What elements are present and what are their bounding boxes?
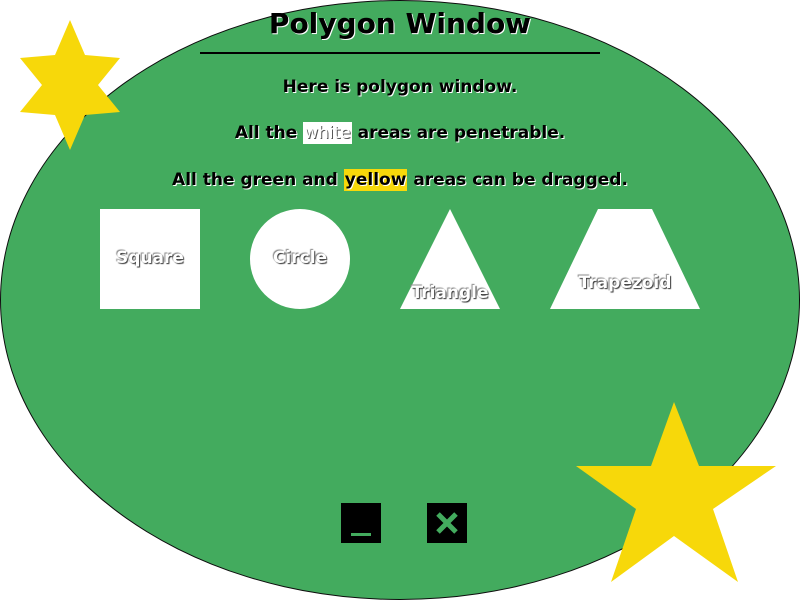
close-icon — [436, 512, 458, 534]
message-line-3-prefix: All the green and — [172, 170, 344, 190]
triangle-shape: Triangle — [400, 209, 500, 309]
circle-shape: Circle — [250, 209, 350, 309]
trapezoid-shape-graphic — [550, 209, 700, 309]
five-point-star-shape — [576, 402, 776, 582]
message-line-3: All the green and yellow areas can be dr… — [0, 169, 800, 191]
window-title: Polygon Window — [268, 7, 532, 40]
square-label: Square — [116, 248, 184, 268]
title-underline — [200, 52, 600, 54]
white-highlight: white — [303, 122, 352, 144]
trapezoid-label: Trapezoid — [578, 273, 672, 293]
message-line-2-suffix: areas are penetrable. — [351, 123, 566, 143]
square-shape: Square — [100, 209, 200, 309]
circle-label: Circle — [272, 248, 328, 268]
five-point-star[interactable] — [576, 402, 778, 582]
triangle-label: Triangle — [411, 283, 489, 303]
minimize-icon — [351, 533, 371, 536]
message-line-3-suffix: areas can be dragged. — [407, 170, 628, 190]
yellow-highlight: yellow — [343, 169, 408, 191]
message-line-2: All the white areas are penetrable. — [0, 122, 800, 144]
minimize-button[interactable] — [341, 503, 381, 543]
message-line-1: Here is polygon window. — [282, 77, 518, 97]
message-line-2-prefix: All the — [234, 123, 304, 143]
polygon-window[interactable]: Polygon Window Here is polygon window. A… — [0, 0, 800, 600]
trapezoid-shape: Trapezoid — [550, 209, 700, 309]
close-button[interactable] — [427, 503, 467, 543]
